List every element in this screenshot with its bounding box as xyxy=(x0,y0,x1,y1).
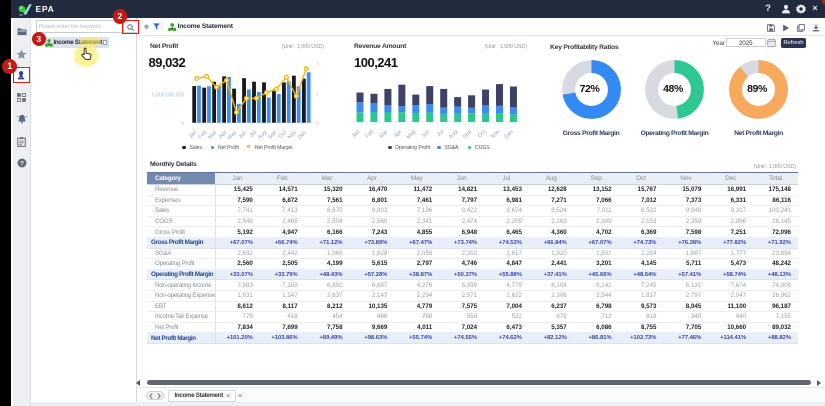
svg-text:Jan: Jan xyxy=(351,129,362,140)
svg-text:May: May xyxy=(406,129,418,141)
svg-text:0: 0 xyxy=(181,121,184,127)
svg-text:Jan: Jan xyxy=(188,130,199,141)
svg-text:Nov: Nov xyxy=(287,129,298,140)
svg-text:Oct: Oct xyxy=(477,129,488,140)
svg-text:Sep: Sep xyxy=(267,130,278,141)
svg-text:Feb: Feb xyxy=(365,129,376,140)
svg-text:?: ? xyxy=(20,160,24,167)
svg-text:Dec: Dec xyxy=(297,129,308,140)
svg-text:Oct: Oct xyxy=(278,129,289,140)
svg-text:Feb: Feb xyxy=(197,130,208,141)
svg-text:Aug: Aug xyxy=(448,129,459,140)
svg-text:Aug: Aug xyxy=(257,130,268,141)
svg-text:6,000,000,000: 6,000,000,000 xyxy=(152,93,184,99)
svg-text:Sep: Sep xyxy=(462,129,473,140)
svg-text:May: May xyxy=(227,129,239,141)
svg-text:Apr: Apr xyxy=(393,129,403,139)
svg-text:Dec: Dec xyxy=(504,129,515,140)
svg-text:Jul: Jul xyxy=(436,129,445,138)
svg-text:Jun: Jun xyxy=(238,130,249,141)
svg-text:1: 1 xyxy=(316,92,319,98)
svg-text:0: 0 xyxy=(316,121,319,127)
svg-text:Mar: Mar xyxy=(207,130,218,141)
svg-text:1: 1 xyxy=(316,62,319,68)
svg-text:Jun: Jun xyxy=(421,129,432,140)
svg-text:Nov: Nov xyxy=(490,129,501,140)
svg-text:Mar: Mar xyxy=(379,129,390,140)
